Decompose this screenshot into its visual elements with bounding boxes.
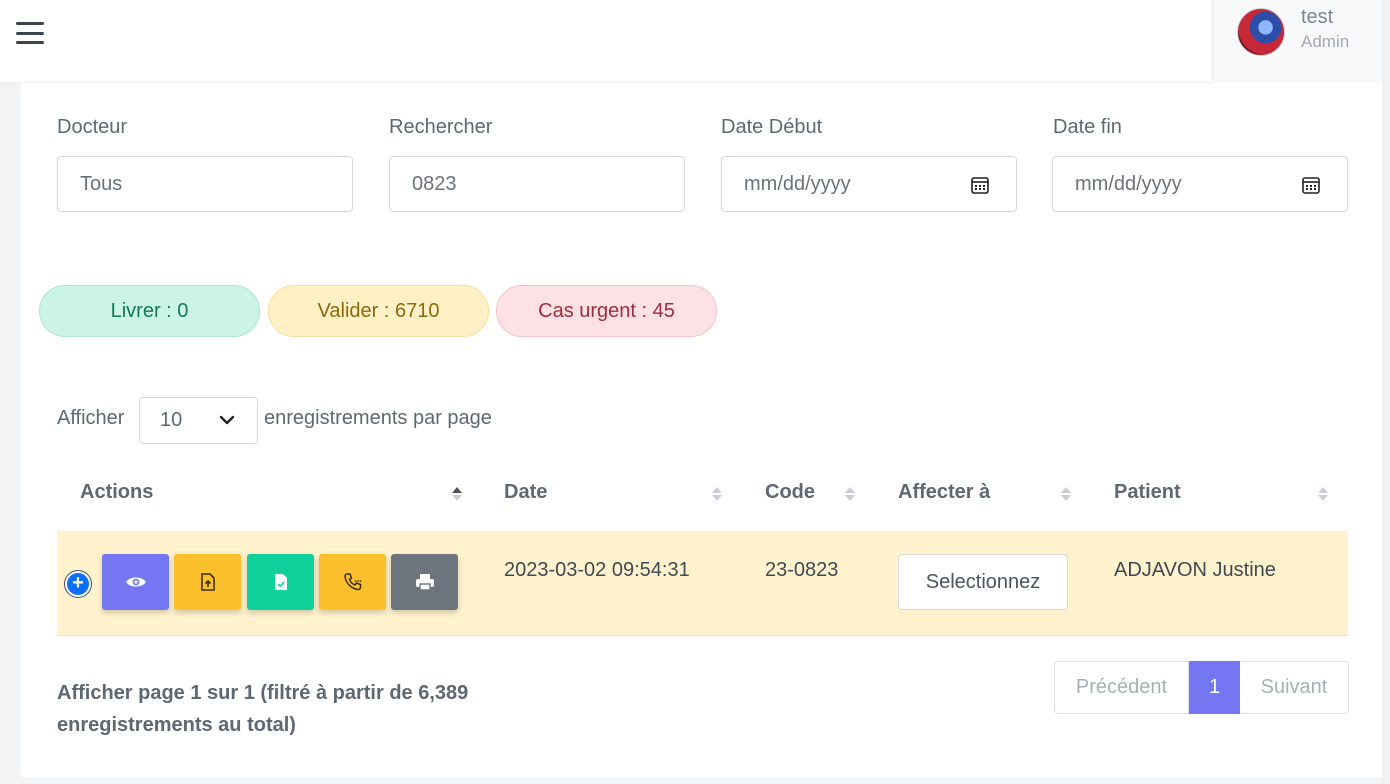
date-start-label: Date Début [721,116,823,138]
valider-badge[interactable]: Valider : 6710 [268,285,489,337]
page-length-select[interactable]: 10 [139,397,258,444]
page-length-suffix: enregistrements par page [264,407,492,429]
calendar-icon[interactable] [1301,175,1321,195]
pagination-next[interactable]: Suivant [1240,661,1349,714]
page-length-value: 10 [160,409,183,431]
date-end-label: Date fin [1053,116,1122,138]
calendar-icon[interactable] [970,175,990,195]
view-button[interactable] [102,554,169,610]
row-code: 23-0823 [765,559,839,581]
eye-icon [125,577,146,587]
phone-call-icon [343,573,361,591]
chevron-down-icon [219,415,235,425]
livrer-badge[interactable]: Livrer : 0 [39,285,260,337]
top-bar: test Admin [0,0,1390,83]
hamburger-menu-icon[interactable] [16,22,44,44]
sort-icon[interactable] [1060,485,1072,503]
urgent-badge[interactable]: Cas urgent : 45 [496,285,717,337]
pagination-page-1[interactable]: 1 [1189,661,1240,714]
avatar[interactable] [1237,8,1285,56]
upload-document-button[interactable] [174,554,241,610]
row-patient: ADJAVON Justine [1114,559,1276,581]
file-check-icon [274,574,287,590]
column-header-patient[interactable]: Patient [1114,481,1181,504]
print-icon [415,574,434,591]
column-header-code[interactable]: Code [765,481,815,504]
date-start-placeholder: mm/dd/yyyy [744,173,851,195]
call-patient-button[interactable] [319,554,386,610]
row-date: 2023-03-02 09:54:31 [504,559,690,581]
doctor-filter-label: Docteur [57,116,128,138]
sort-asc-icon[interactable] [451,485,463,503]
print-button[interactable] [391,554,458,610]
column-header-assign[interactable]: Affecter à [898,481,990,504]
search-input[interactable]: 0823 [389,156,685,212]
column-header-actions[interactable]: Actions [80,481,153,504]
assign-select[interactable]: Selectionnez [898,554,1068,610]
column-header-date[interactable]: Date [504,481,547,504]
page-scrollbar[interactable] [1382,0,1390,784]
file-upload-icon [200,573,215,591]
date-start-input[interactable]: mm/dd/yyyy [721,156,1017,212]
expand-row-button[interactable]: + [65,571,91,597]
sort-icon[interactable] [844,485,856,503]
sort-icon[interactable] [1317,485,1329,503]
pagination: Précédent 1 Suivant [1054,661,1349,714]
validate-document-button[interactable] [247,554,314,610]
user-menu[interactable]: test Admin [1212,0,1382,83]
main-card: Docteur Tous Rechercher 0823 Date Début … [21,83,1382,777]
date-end-placeholder: mm/dd/yyyy [1075,173,1182,195]
search-filter-label: Rechercher [389,116,493,138]
doctor-select[interactable]: Tous [57,156,353,212]
date-end-input[interactable]: mm/dd/yyyy [1052,156,1348,212]
sort-icon[interactable] [711,485,723,503]
page-length-control: Afficher 10 enregistrements par page [57,397,657,444]
pagination-previous[interactable]: Précédent [1054,661,1189,714]
page-length-prefix: Afficher [57,407,125,429]
table-row: + 2023-03-02 09:54:31 23-0823 Selectionn… [57,531,1348,636]
table-info: Afficher page 1 sur 1 (filtré à partir d… [57,682,469,736]
user-role: Admin [1301,32,1350,51]
user-name: test [1301,6,1334,28]
